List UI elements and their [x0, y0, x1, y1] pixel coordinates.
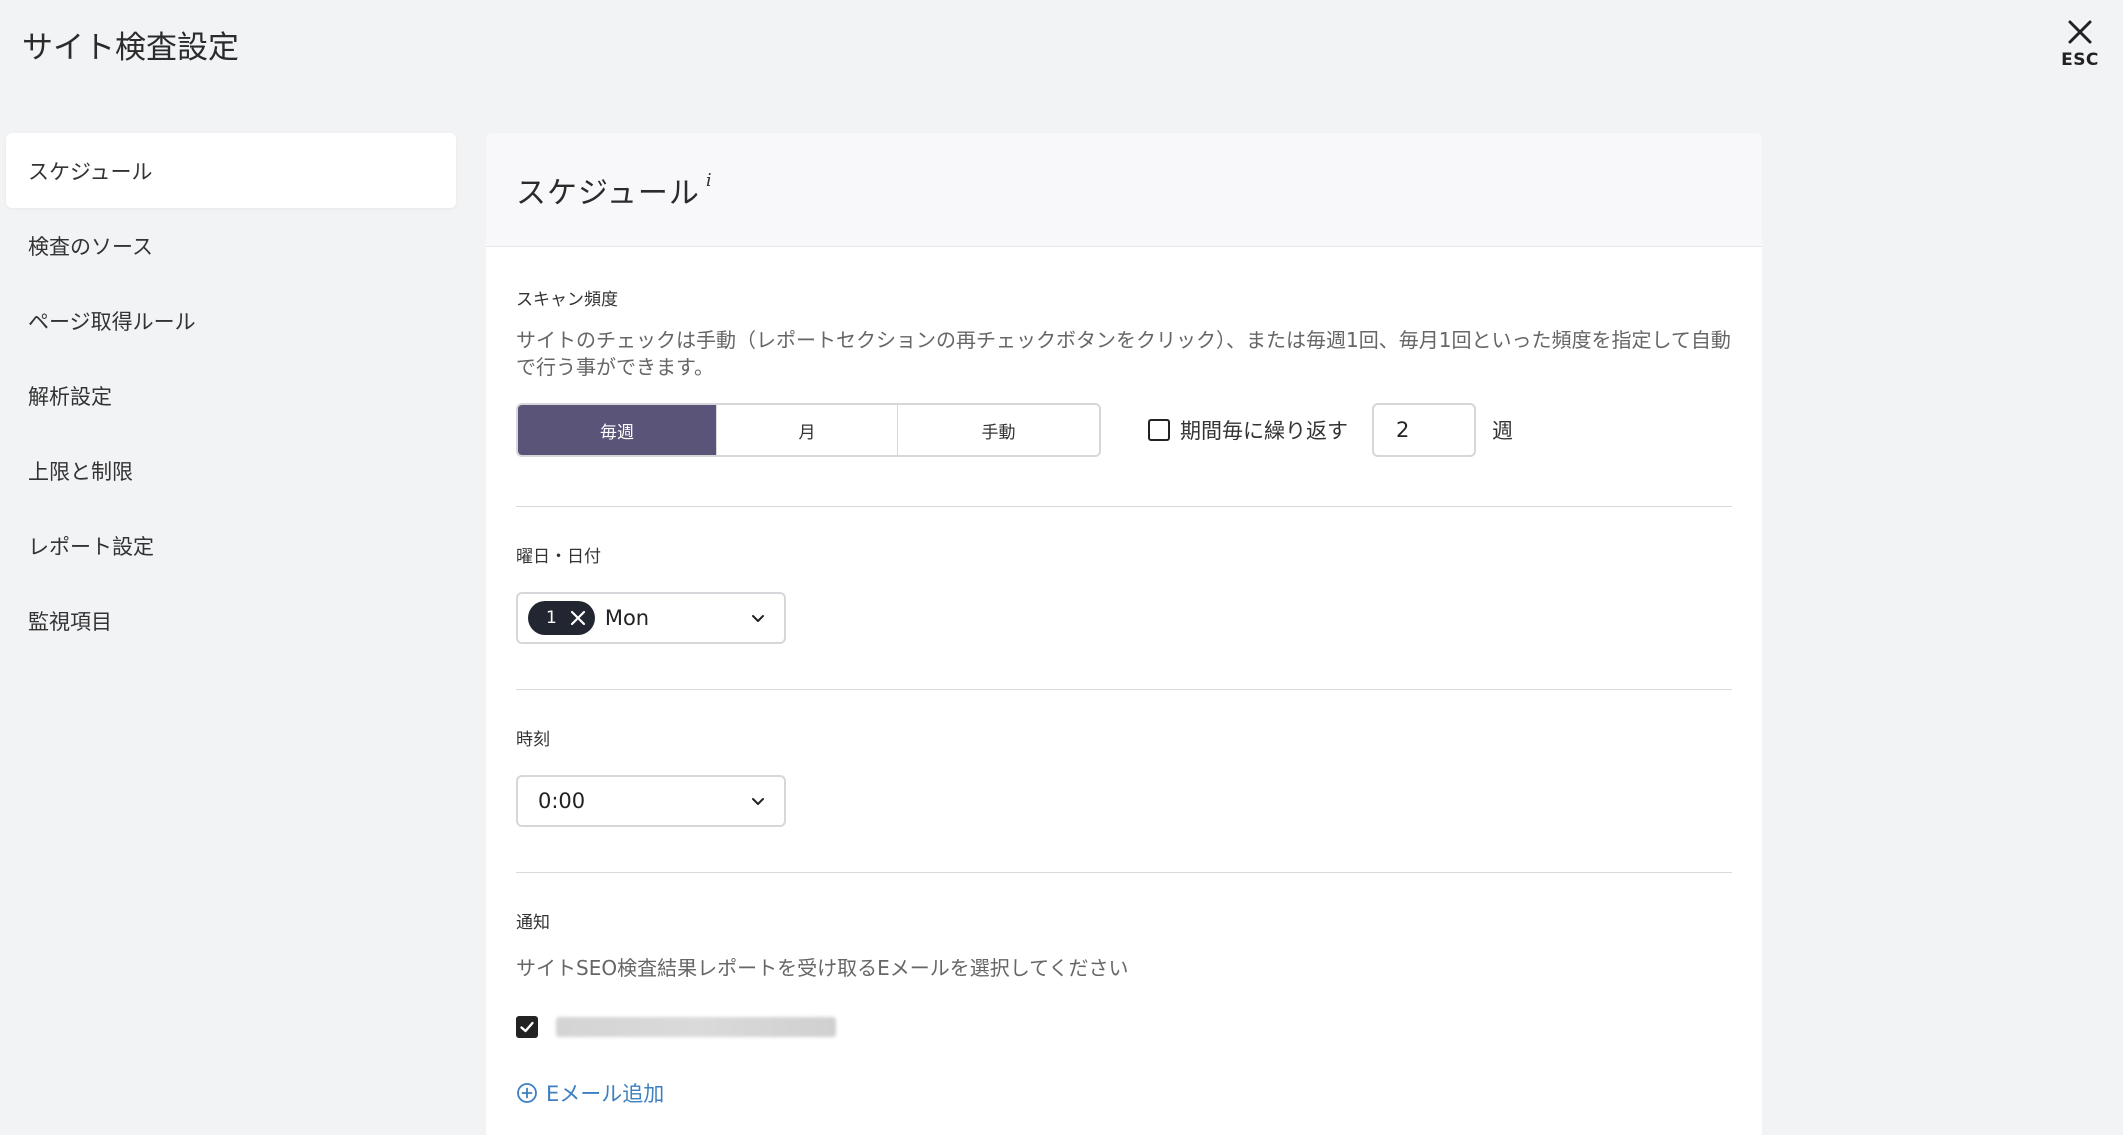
frequency-weekly-button[interactable]: 毎週	[518, 405, 716, 455]
panel-header: スケジュール i	[486, 133, 1762, 247]
panel-body: スキャン頻度 サイトのチェックは手動（レポートセクションの再チェックボタンをクリ…	[486, 247, 1762, 1108]
time-select-value: 0:00	[538, 789, 586, 813]
day-section: 曜日・日付 1 Mon	[516, 507, 1732, 690]
settings-page: サイト検査設定 ESC スケジュール 検査のソース ページ取得ルール 解析設定 …	[0, 0, 2123, 1135]
time-section: 時刻 0:00	[516, 690, 1732, 873]
sidebar-item-label: スケジュール	[28, 159, 153, 184]
chevron-down-icon	[752, 798, 764, 805]
sidebar-item-schedule[interactable]: スケジュール	[6, 133, 456, 208]
repeat-group: 期間毎に繰り返す	[1148, 415, 1348, 445]
info-icon[interactable]: i	[706, 170, 712, 191]
day-select-value: Mon	[604, 606, 650, 630]
frequency-manual-button[interactable]: 手動	[897, 405, 1099, 455]
time-label: 時刻	[516, 730, 550, 750]
notification-section: 通知 サイトSEO検査結果レポートを受け取るEメールを選択してください Eメール…	[516, 873, 1732, 1108]
sidebar-item-limits[interactable]: 上限と制限	[6, 433, 456, 508]
redacted-email	[556, 1017, 836, 1037]
sidebar-item-monitoring[interactable]: 監視項目	[6, 583, 456, 658]
close-button[interactable]: ESC	[2055, 18, 2105, 80]
sidebar-item-label: 検査のソース	[28, 234, 153, 259]
frequency-segmented-control: 毎週 月 手動	[516, 403, 1101, 457]
sidebar-item-report[interactable]: レポート設定	[6, 508, 456, 583]
frequency-row: 毎週 月 手動 期間毎に繰り返す 週	[516, 403, 1732, 457]
repeat-unit-label: 週	[1492, 419, 1513, 443]
selected-count-chip: 1	[528, 601, 595, 635]
frequency-monthly-button[interactable]: 月	[716, 405, 897, 455]
close-icon	[2068, 20, 2092, 44]
repeat-checkbox[interactable]	[1148, 419, 1170, 441]
day-select[interactable]: 1 Mon	[516, 592, 786, 644]
sidebar-item-analysis[interactable]: 解析設定	[6, 358, 456, 433]
check-icon	[520, 1021, 534, 1033]
email-checkbox[interactable]	[516, 1016, 538, 1038]
sidebar-item-label: レポート設定	[28, 534, 154, 559]
day-label: 曜日・日付	[516, 547, 601, 567]
schedule-panel: スケジュール i スキャン頻度 サイトのチェックは手動（レポートセクションの再チ…	[486, 133, 1762, 1135]
page-title: サイト検査設定	[22, 30, 239, 66]
sidebar-item-label: 監視項目	[28, 609, 112, 634]
notification-description: サイトSEO検査結果レポートを受け取るEメールを選択してください	[516, 956, 1129, 980]
panel-title: スケジュール	[516, 175, 700, 211]
settings-sidebar: スケジュール 検査のソース ページ取得ルール 解析設定 上限と制限 レポート設定…	[6, 133, 456, 658]
sidebar-item-crawl-rules[interactable]: ページ取得ルール	[6, 283, 456, 358]
scan-frequency-description: サイトのチェックは手動（レポートセクションの再チェックボタンをクリック）、または…	[516, 328, 1731, 379]
notification-label: 通知	[516, 913, 550, 933]
chip-count: 1	[546, 608, 557, 628]
scan-frequency-label: スキャン頻度	[516, 290, 618, 310]
time-select[interactable]: 0:00	[516, 775, 786, 827]
sidebar-item-sources[interactable]: 検査のソース	[6, 208, 456, 283]
email-row	[516, 1016, 1732, 1038]
chevron-down-icon	[752, 615, 764, 622]
add-email-label: Eメール追加	[546, 1082, 665, 1106]
plus-circle-icon	[517, 1083, 537, 1103]
repeat-interval-input[interactable]	[1372, 403, 1476, 457]
clear-selection-icon[interactable]	[569, 609, 587, 627]
add-email-button[interactable]: Eメール追加	[516, 1078, 1732, 1108]
scan-frequency-section: スキャン頻度 サイトのチェックは手動（レポートセクションの再チェックボタンをクリ…	[516, 247, 1732, 507]
sidebar-item-label: ページ取得ルール	[28, 309, 196, 334]
esc-label: ESC	[2061, 50, 2099, 70]
sidebar-item-label: 解析設定	[28, 384, 112, 409]
sidebar-item-label: 上限と制限	[28, 459, 133, 484]
repeat-label: 期間毎に繰り返す	[1180, 419, 1348, 443]
